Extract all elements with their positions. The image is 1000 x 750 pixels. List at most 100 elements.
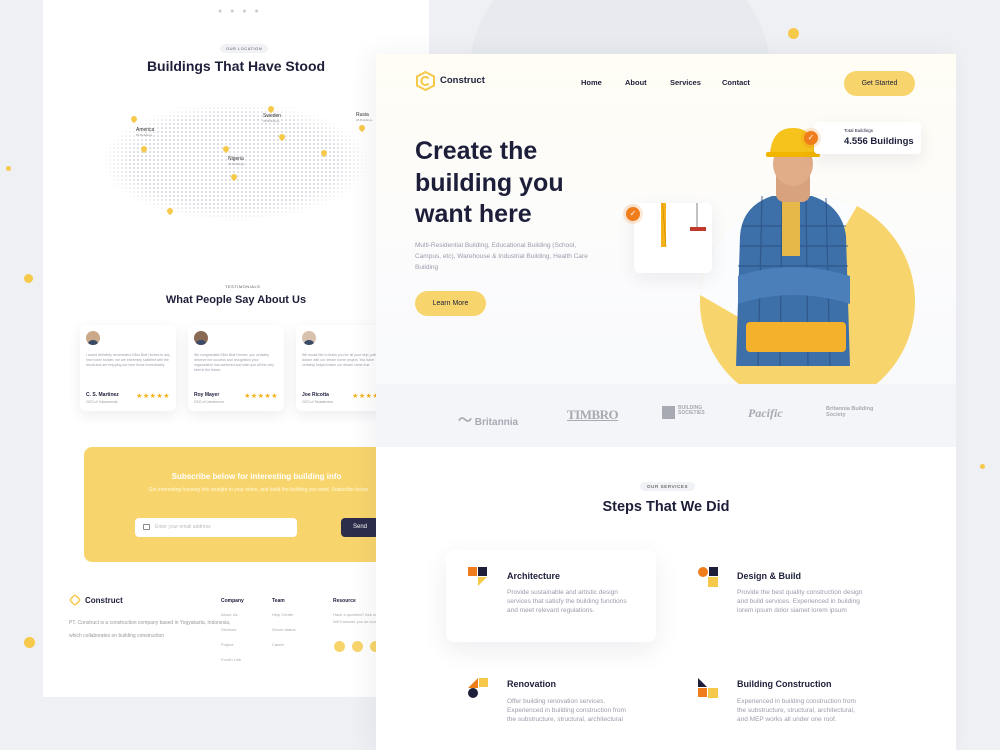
architecture-icon: [468, 567, 487, 586]
decor-dot: [6, 166, 11, 171]
brand-name: BUILDING SOCIETIES: [678, 405, 705, 416]
footer-desc: PT. Construct is a construction company …: [69, 620, 231, 639]
testimonial-role: CEO of Yukomercial: [86, 400, 118, 404]
services-title: Steps That We Did: [602, 499, 730, 515]
testimonial-card: I would definitely recommend Elkin Brat …: [80, 325, 176, 411]
learn-more-button[interactable]: Learn More: [415, 291, 486, 316]
service-desc: Experienced in building construction fro…: [737, 698, 856, 723]
service-desc: Offer building renovation services. Expe…: [507, 698, 626, 723]
service-desc: Provide the best quality construction de…: [737, 589, 863, 614]
decor-dot: [24, 274, 33, 283]
map-pin-icon: [279, 134, 285, 142]
footer-col-team: Team Help Center Server status Career: [272, 598, 296, 657]
map-pin-icon: [131, 116, 137, 124]
testimonials-title: What People Say About Us: [165, 294, 307, 306]
testimonial-text: We congratulate Elkin Brat Homes, you ce…: [194, 353, 274, 372]
nav-about[interactable]: About: [625, 78, 647, 87]
brand-logo-britannia-building: Britannia Building Society: [826, 406, 874, 418]
service-title: Building Construction: [737, 679, 832, 689]
testimonial-name: C. S. Martinez: [86, 392, 119, 398]
testimonial-role: CEO of Sedaterrina: [302, 400, 333, 404]
rating-stars: ★★★★★: [244, 393, 278, 400]
footer-link[interactable]: Help Center: [272, 612, 296, 617]
testimonials-pill: TESTIMONIALS: [225, 284, 261, 289]
back-footer: Construct PT. Construct is a constructio…: [43, 587, 429, 697]
logo-icon: [68, 593, 82, 607]
brand-logo-pacific: Pacific: [748, 406, 783, 420]
brand-name: Britannia: [474, 417, 519, 428]
footer-link[interactable]: Services: [221, 627, 244, 632]
map-label-sweden: Sweden 28 Buildings: [263, 113, 282, 124]
map-pin-icon: [167, 208, 173, 216]
logo-icon: [416, 71, 435, 91]
nav-services[interactable]: Services: [670, 78, 701, 87]
hero-title: Create the building you want here: [415, 136, 615, 231]
footer-brand: Construct: [85, 596, 123, 605]
service-title: Renovation: [507, 679, 557, 689]
service-card-design-build[interactable]: Design & Build Provide the best quality …: [676, 550, 886, 642]
testimonial-text: We would like to thank you for all your …: [302, 353, 385, 367]
map-label-america: America 64 Buildings: [136, 127, 155, 138]
brand-logo[interactable]: Construct: [416, 71, 485, 91]
decor-dot: [980, 464, 985, 469]
check-icon: ✓: [626, 207, 640, 221]
world-map: [80, 94, 390, 244]
crane-illustration-card: [634, 182, 712, 273]
worker-image: [732, 128, 852, 366]
crane-icon: [650, 182, 710, 248]
map-pin-icon: [223, 146, 229, 154]
landing-page-panel: Construct Home About Services Contact Ge…: [376, 54, 956, 750]
service-title: Design & Build: [737, 571, 802, 581]
email-field[interactable]: Enter your email address: [135, 518, 297, 537]
facebook-icon[interactable]: [334, 641, 345, 652]
footer-link[interactable]: Server status: [272, 627, 296, 632]
testimonial-name: Joe Ricotta: [302, 392, 329, 398]
send-button[interactable]: Send: [341, 518, 379, 537]
renovation-icon: [468, 678, 488, 698]
building-construction-icon: [698, 678, 718, 698]
footer-logo[interactable]: Construct: [68, 593, 123, 607]
building-mark-icon: [662, 406, 675, 419]
rating-stars: ★★★★★: [136, 393, 170, 400]
location-title: Buildings That Have Stood: [146, 58, 326, 74]
brand-name: Construct: [440, 75, 485, 86]
decor-dot: [788, 28, 799, 39]
avatar: [194, 331, 208, 345]
map-pin-icon: [321, 150, 327, 158]
service-desc: Provide sustainable and artistic design …: [507, 589, 627, 614]
back-page-panel: ● ● ● ● OUR LOCATION Buildings That Have…: [43, 0, 429, 697]
decor-dot: [24, 637, 35, 648]
service-card-building-construction[interactable]: Building Construction Experienced in bui…: [676, 662, 886, 742]
footer-link[interactable]: Fourth Link: [221, 657, 244, 662]
footer-link[interactable]: Project: [221, 642, 244, 647]
avatar: [302, 331, 316, 345]
testimonial-text: I would definitely recommend Elkin Brat …: [86, 353, 170, 367]
hero-title-line: want here: [415, 200, 532, 228]
get-started-button[interactable]: Get Started: [844, 71, 915, 96]
hero-subtitle: Multi-Residential Building, Educational …: [415, 242, 588, 271]
testimonial-name: Roy Mayer: [194, 392, 220, 398]
service-card-architecture[interactable]: Architecture Provide sustainable and art…: [446, 550, 656, 642]
check-icon: ✓: [804, 131, 818, 145]
footer-link[interactable]: About Us: [221, 612, 244, 617]
nav-home[interactable]: Home: [581, 78, 602, 87]
partner-logos: 〜 Britannia TIMBRO BUILDING SOCIETIES Pa…: [376, 384, 956, 447]
map-pin-icon: [359, 125, 365, 133]
mail-icon: [143, 524, 150, 530]
britannia-mark-icon: 〜: [458, 412, 472, 428]
footer-col-company: Company About Us Services Project Fourth…: [221, 598, 244, 672]
stat-value: 4.556 Buildings: [844, 136, 914, 147]
brand-logo-building-societies: BUILDING SOCIETIES: [662, 405, 716, 419]
map-label-nigeria: Nigeria 40 Buildings: [228, 156, 245, 167]
hero-title-line: building you: [415, 168, 564, 197]
total-buildings-card: ✓ Total Buildings 4.556 Buildings: [804, 122, 921, 154]
service-card-renovation[interactable]: Renovation Offer building renovation ser…: [446, 662, 656, 742]
brand-logo-timbro: TIMBRO: [567, 407, 619, 422]
footer-col-title: Company: [221, 598, 244, 604]
location-pill: OUR LOCATION: [220, 44, 269, 53]
twitter-icon[interactable]: [352, 641, 363, 652]
nav-contact[interactable]: Contact: [722, 78, 750, 87]
footer-link[interactable]: Career: [272, 642, 296, 647]
avatar: [86, 331, 100, 345]
testimonial-card: We congratulate Elkin Brat Homes, you ce…: [188, 325, 284, 411]
